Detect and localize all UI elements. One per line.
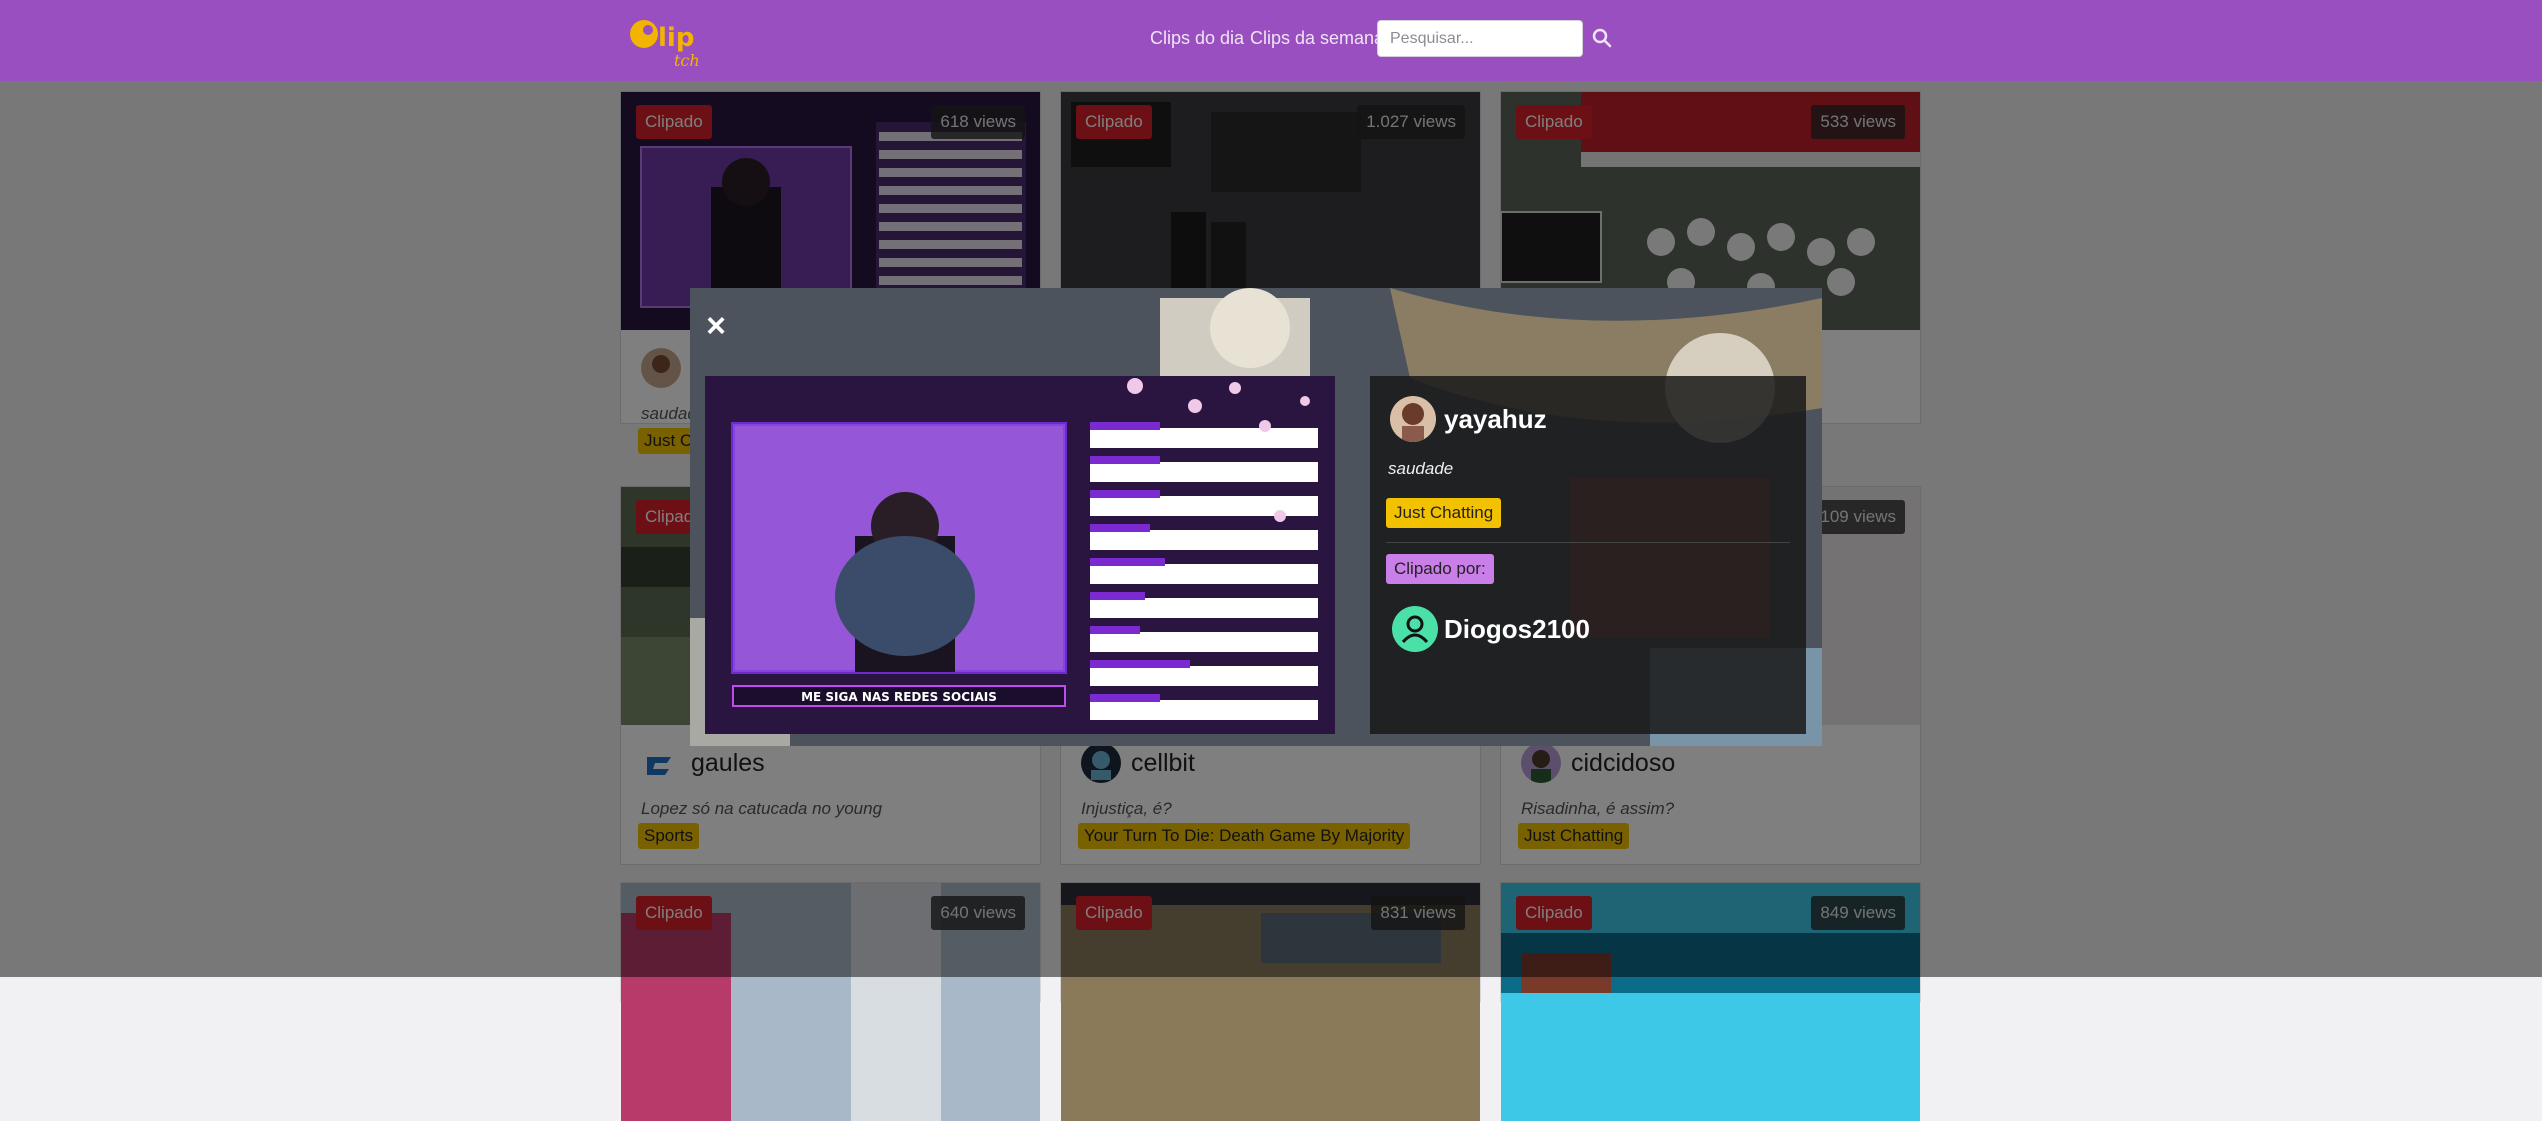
clipper-info[interactable]: Diogos2100 (1392, 606, 1590, 652)
divider (1386, 542, 1790, 543)
site-logo[interactable]: lip tch (628, 10, 718, 70)
clip-info-panel: yayahuz saudade Just Chatting Clipado po… (1370, 376, 1806, 734)
avatar (1390, 396, 1436, 442)
nav-clips-do-dia[interactable]: Clips do dia (1150, 28, 1244, 49)
clip-video-player[interactable]: ME SIGA NAS REDES SOCIAIS (705, 376, 1335, 734)
clipper-name: Diogos2100 (1444, 613, 1590, 644)
streamer-info[interactable]: yayahuz (1390, 396, 1547, 442)
streamer-name: yayahuz (1444, 403, 1547, 434)
svg-text:tch: tch (674, 51, 700, 70)
clipado-por-label: Clipado por: (1386, 554, 1494, 584)
clip-title: saudade (1388, 459, 1454, 478)
user-icon (1392, 606, 1438, 652)
clip-modal: × ME SIGA NAS REDES SOCIAIS yayahuz saud… (690, 288, 1822, 746)
svg-text:lip: lip (658, 23, 694, 53)
search-icon[interactable] (1590, 26, 1614, 50)
game-tag[interactable]: Just Chatting (1386, 498, 1502, 528)
close-icon[interactable]: × (702, 309, 730, 343)
video-banner-text: ME SIGA NAS REDES SOCIAIS (801, 690, 997, 704)
navbar: lip tch Clips do dia Clips da semana (0, 0, 2542, 81)
search-input[interactable] (1377, 20, 1583, 57)
nav-clips-da-semana[interactable]: Clips da semana (1250, 28, 1384, 49)
